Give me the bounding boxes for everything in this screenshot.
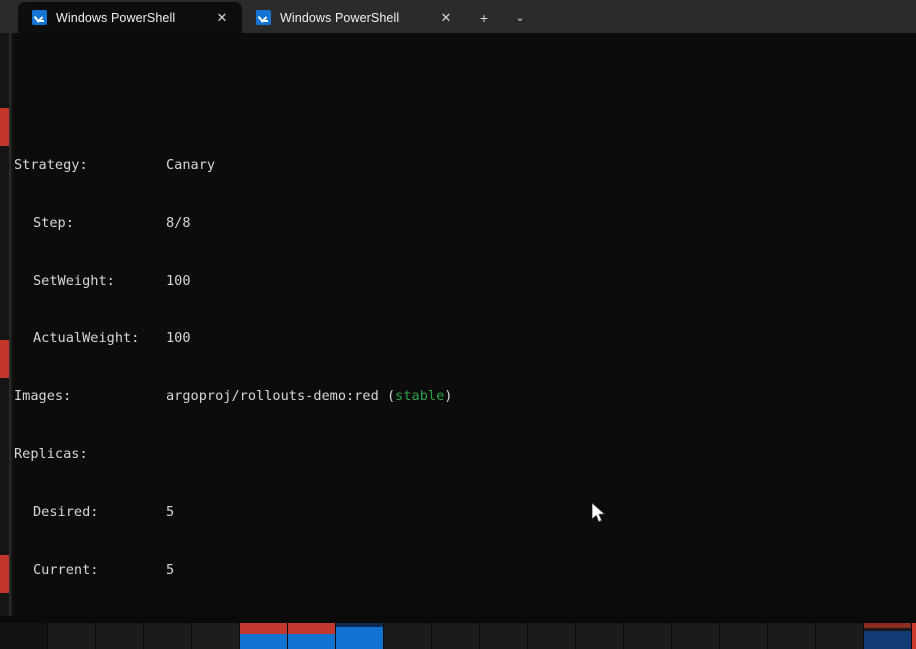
thumb-bottom: [336, 627, 383, 649]
powershell-icon: [32, 10, 47, 25]
summary-label: Desired:: [33, 504, 99, 521]
taskbar-item[interactable]: [96, 623, 143, 649]
terminal-text: Strategy: Canary Step: 8/8 SetWeight: 10…: [14, 40, 452, 616]
close-icon[interactable]: ✕: [212, 10, 232, 26]
summary-value: 8/8: [166, 214, 191, 231]
summary-label: Replicas:: [14, 446, 88, 463]
summary-row-desired: Desired: 5: [14, 503, 174, 522]
taskbar-item[interactable]: [480, 623, 527, 649]
taskbar-item[interactable]: [48, 623, 95, 649]
thumb-top: [240, 623, 287, 634]
summary-value: 5: [166, 562, 175, 579]
thumb-bottom: [240, 634, 287, 649]
taskbar-item[interactable]: [192, 623, 239, 649]
taskbar-item[interactable]: [432, 623, 479, 649]
background-window-edge: [0, 33, 13, 616]
taskbar-item[interactable]: [768, 623, 815, 649]
summary-label: Step:: [33, 214, 74, 231]
summary-value: 100: [166, 330, 191, 347]
stable-tag: stable: [395, 388, 445, 405]
summary-label: SetWeight:: [33, 272, 115, 289]
taskbar[interactable]: [0, 616, 916, 649]
taskbar-item[interactable]: [912, 623, 916, 649]
thumb-top: [864, 623, 911, 628]
summary-label: Images:: [14, 388, 72, 405]
tab-title: Windows PowerShell: [56, 10, 176, 25]
paren-open: (: [386, 388, 396, 405]
rollout-summary: Strategy: Canary Step: 8/8 SetWeight: 10…: [14, 117, 452, 616]
taskbar-item[interactable]: [624, 623, 671, 649]
tab-powershell-1[interactable]: Windows PowerShell ✕: [18, 2, 242, 33]
tab-bar: Windows PowerShell ✕ Windows PowerShell …: [0, 0, 916, 33]
taskbar-item[interactable]: [576, 623, 623, 649]
taskbar-item[interactable]: [672, 623, 719, 649]
summary-row-strategy: Strategy: Canary: [14, 156, 215, 175]
summary-row-actualweight: ActualWeight: 100: [14, 329, 191, 348]
summary-value: 5: [166, 504, 175, 521]
taskbar-item[interactable]: [240, 623, 287, 649]
thumb-bottom: [864, 631, 911, 649]
close-icon[interactable]: ✕: [436, 10, 456, 26]
summary-label: ActualWeight:: [33, 330, 140, 347]
taskbar-item[interactable]: [720, 623, 767, 649]
taskbar-item[interactable]: [336, 623, 383, 649]
chevron-down-icon[interactable]: ⌄: [502, 2, 538, 33]
new-tab-button[interactable]: +: [466, 2, 502, 33]
summary-label: Strategy:: [14, 156, 88, 173]
edge-highlight: [0, 108, 9, 146]
tab-bar-left-padding: [0, 0, 18, 33]
edge-divider: [9, 33, 11, 616]
edge-highlight: [0, 340, 9, 378]
tab-powershell-2[interactable]: Windows PowerShell ✕: [242, 2, 466, 33]
summary-row-images: Images: argoproj/rollouts-demo:red (stab…: [14, 387, 452, 406]
taskbar-item[interactable]: [144, 623, 191, 649]
summary-value: argoproj/rollouts-demo:red (stable): [166, 387, 452, 406]
summary-value: 100: [166, 272, 191, 289]
taskbar-item[interactable]: [0, 623, 47, 649]
powershell-icon: [256, 10, 271, 25]
powershell-window: Windows PowerShell ✕ Windows PowerShell …: [0, 0, 916, 649]
summary-row-step: Step: 8/8: [14, 214, 191, 233]
taskbar-item[interactable]: [528, 623, 575, 649]
tab-title: Windows PowerShell: [280, 10, 400, 25]
terminal-output[interactable]: Strategy: Canary Step: 8/8 SetWeight: 10…: [0, 33, 916, 616]
summary-label: Current:: [33, 562, 99, 579]
edge-highlight: [0, 555, 9, 593]
image-name: argoproj/rollouts-demo:red: [166, 388, 387, 405]
summary-row-setweight: SetWeight: 100: [14, 272, 191, 291]
summary-row-current: Current: 5: [14, 561, 174, 580]
thumb-bottom: [288, 634, 335, 649]
taskbar-item[interactable]: [864, 623, 911, 649]
paren-close: ): [444, 388, 453, 405]
taskbar-item[interactable]: [288, 623, 335, 649]
thumb-top: [288, 623, 335, 634]
taskbar-item[interactable]: [384, 623, 431, 649]
tab-bar-empty-area: [538, 2, 916, 33]
summary-row-replicas: Replicas:: [14, 445, 96, 464]
taskbar-item[interactable]: [816, 623, 863, 649]
summary-value: Canary: [166, 156, 216, 173]
